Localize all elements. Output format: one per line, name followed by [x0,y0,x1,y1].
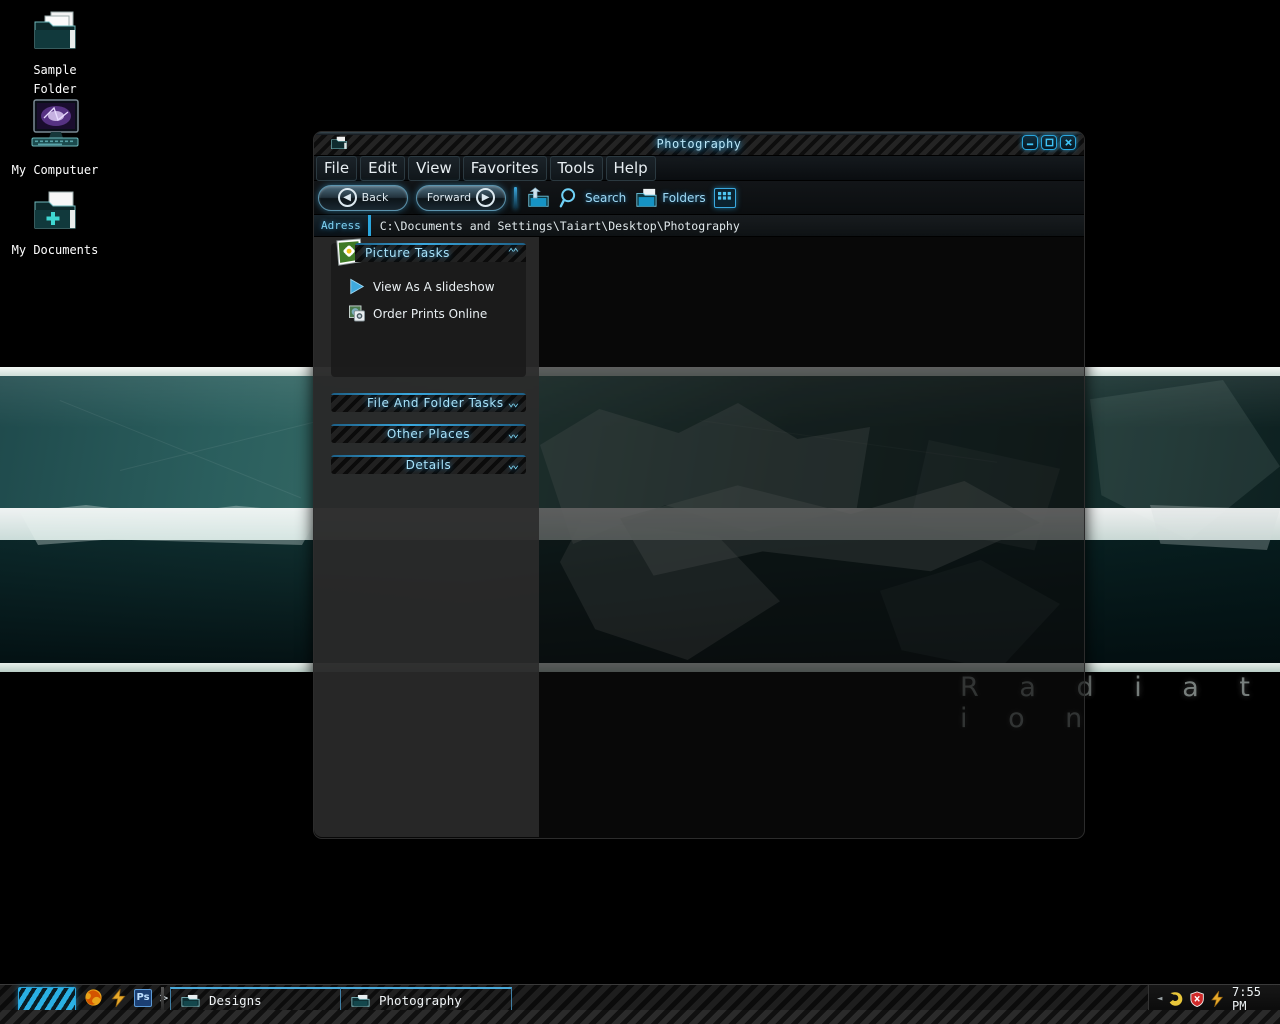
up-button[interactable] [525,186,551,210]
arrow-left-icon: ◀ [337,188,357,207]
photoshop-label: Ps [136,991,150,1003]
tray-expand-icon[interactable]: ◄ [1157,994,1162,1004]
window-controls[interactable] [1022,135,1076,150]
forward-label: Forward [426,191,472,204]
explorer-sidebar: Picture Tasks ⌃⌃ View As A slideshow Ord… [314,237,539,837]
icon-label: Sample [33,63,77,77]
folder-icon [331,136,347,150]
toolbar-separator [514,186,517,209]
lightning-tray-icon[interactable] [1210,991,1224,1007]
panel-other-places[interactable]: Other Places ⌄⌄ [331,424,526,443]
taskbar-button-label: Designs [209,993,262,1008]
window-title: Photography [656,136,742,151]
address-bar[interactable]: Adress C:\Documents and Settings\Taiart\… [314,215,1084,237]
folder-icon [34,11,76,49]
minimize-icon [1026,143,1033,146]
chevron-down-double-icon[interactable]: ⌄⌄ [508,428,519,439]
task-label: View As A slideshow [373,279,495,294]
up-folder-icon [528,186,549,207]
views-grid-icon [718,191,731,200]
panel-file-and-folder-tasks[interactable]: File And Folder Tasks ⌄⌄ [331,393,526,412]
folder-plus-icon [34,191,76,229]
task-order-prints-online[interactable]: Order Prints Online [331,301,526,322]
back-button[interactable]: ◀ Back [318,184,408,211]
taskbar[interactable]: Ps > Designs Photography ◄ 7:55 PM [0,984,1280,1024]
desktop-icon-my-computer[interactable]: My Computuer [0,98,110,178]
close-button[interactable] [1060,135,1076,150]
search-label: Search [585,190,627,205]
play-triangle-icon [350,278,365,295]
folders-label: Folders [662,190,706,205]
wallpaper-shard [1150,505,1280,550]
chevron-down-double-icon[interactable]: ⌄⌄ [508,397,519,408]
camera-icon [349,305,365,322]
folder-icon [636,188,657,207]
taskbar-button-label: Photography [379,993,462,1008]
start-button[interactable] [18,987,76,1013]
magnifier-icon [559,187,576,207]
forward-button[interactable]: Forward ▶ [416,184,506,211]
icon-label: My Documents [11,243,99,257]
navigation-toolbar[interactable]: ◀ Back Forward ▶ Search Folders [314,181,1084,215]
security-shield-icon[interactable] [1190,991,1204,1007]
menu-item-help[interactable]: Help [605,155,656,181]
window-titlebar[interactable]: Photography [314,132,1084,156]
computer-icon [31,99,79,147]
explorer-window[interactable]: Photography File Edit View Favorites Too… [313,131,1085,839]
window-body: Picture Tasks ⌃⌃ View As A slideshow Ord… [314,237,1084,837]
taskbar-clock[interactable]: 7:55 PM [1232,985,1280,1013]
task-label: Order Prints Online [373,306,488,321]
taskbar-button-photography[interactable]: Photography [340,987,512,1013]
folder-icon [351,994,370,1007]
folders-button[interactable]: Folders [634,187,706,209]
panel-title: Picture Tasks [365,245,451,260]
menu-item-file[interactable]: File [316,155,358,181]
panel-title: Details [405,457,452,472]
search-button[interactable]: Search [559,187,626,209]
task-view-as-slideshow[interactable]: View As A slideshow [331,274,526,295]
folder-icon [181,994,200,1007]
icon-label: My Computuer [11,163,99,177]
quick-launch-bar[interactable]: Ps > [84,988,169,1007]
minimize-button[interactable] [1022,135,1038,150]
panel-title: File And Folder Tasks [367,395,504,410]
chevron-up-double-icon[interactable]: ⌃⌃ [508,247,519,258]
panel-title: Other Places [386,426,471,441]
close-icon [1064,139,1072,146]
menu-item-view[interactable]: View [408,155,460,181]
menu-item-tools[interactable]: Tools [549,155,603,181]
icon-label-line2: Folder [33,82,77,96]
desktop-icon-my-documents[interactable]: My Documents [0,190,110,258]
menu-item-edit[interactable]: Edit [360,155,406,181]
lightning-icon[interactable] [110,988,127,1007]
picture-tasks-panel[interactable]: Picture Tasks ⌃⌃ View As A slideshow Ord… [331,238,526,377]
views-button[interactable] [713,187,736,208]
chevron-down-double-icon[interactable]: ⌄⌄ [508,459,519,470]
menu-item-favorites[interactable]: Favorites [462,155,547,181]
desktop-screen: R a d i a t i o n Sample Folder [0,0,1280,1024]
taskbar-separator [161,987,164,1013]
picture-tasks-header[interactable]: Picture Tasks ⌃⌃ [355,243,526,262]
taskbar-button-designs[interactable]: Designs [170,987,342,1013]
desktop-icon-sample-folder[interactable]: Sample Folder [0,10,110,97]
arrow-right-icon: ▶ [476,188,496,207]
maximize-button[interactable] [1041,135,1057,150]
file-list-area[interactable] [539,237,1084,837]
photoshop-icon[interactable]: Ps [134,988,152,1007]
maximize-icon [1045,138,1053,147]
address-input[interactable]: C:\Documents and Settings\Taiart\Desktop… [370,215,1084,236]
firefox-icon[interactable] [84,988,103,1007]
yellow-tray-icon[interactable] [1168,991,1183,1007]
panel-details[interactable]: Details ⌄⌄ [331,455,526,474]
back-label: Back [361,191,389,204]
system-tray[interactable]: ◄ 7:55 PM [1148,985,1280,1013]
address-label: Adress [314,215,371,236]
menu-bar[interactable]: File Edit View Favorites Tools Help [314,155,1084,181]
